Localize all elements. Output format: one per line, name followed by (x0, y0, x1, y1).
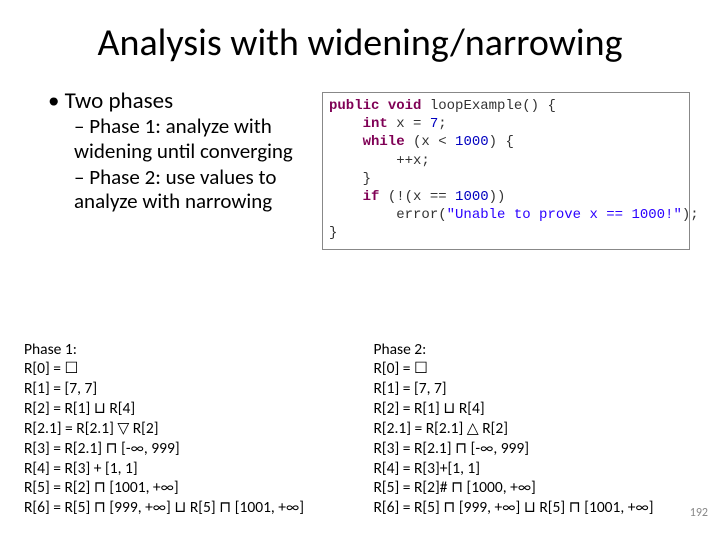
phase2-r2: R[2] = R[1] ⊔ R[4] (373, 399, 696, 419)
phase2-r5: R[5] = R[2]# ⊓ [1000, +∞] (373, 478, 696, 498)
phase2-r6: R[6] = R[5] ⊓ [999, +∞] ⊔ R[5] ⊓ [1001, … (373, 498, 696, 518)
kw-if: if (329, 189, 379, 205)
phase2-r0: R[0] = ☐ (373, 359, 696, 379)
phase2-r21: R[2.1] = R[2.1] △ R[2] (373, 419, 696, 439)
kw-void: void (379, 98, 421, 114)
code-text: ) { (489, 134, 514, 150)
page-number: 192 (690, 506, 708, 520)
phase2-column: Phase 2: R[0] = ☐ R[1] = [7, 7] R[2] = R… (373, 340, 696, 518)
code-text: (!(x == (379, 189, 455, 205)
code-snippet: public void loopExample() { int x = 7; w… (322, 92, 690, 250)
bullet-lvl1: Two phases Phase 1: analyze with widenin… (48, 88, 328, 213)
phase2-r1: R[1] = [7, 7] (373, 379, 696, 399)
code-text: ; (438, 116, 446, 132)
bullet-lvl1-text: Two phases (65, 87, 173, 115)
phase1-r1: R[1] = [7, 7] (24, 379, 347, 399)
num-1000: 1000 (455, 134, 489, 150)
code-text: ++x; (329, 153, 430, 169)
num-1000b: 1000 (455, 189, 489, 205)
phases-area: Phase 1: R[0] = ☐ R[1] = [7, 7] R[2] = R… (24, 340, 696, 518)
phase1-r6: R[6] = R[5] ⊓ [999, +∞] ⊔ R[5] ⊓ [1001, … (24, 498, 347, 518)
phase2-r4: R[4] = R[3]+[1, 1] (373, 459, 696, 479)
code-text: } (329, 171, 371, 187)
phase2-title: Phase 2: (373, 340, 696, 360)
kw-int: int (329, 116, 388, 132)
kw-while: while (329, 134, 405, 150)
bullet-phase2: Phase 2: use values to analyze with narr… (74, 165, 328, 213)
string-literal: "Unable to prove x == 1000!" (447, 207, 682, 223)
slide: Analysis with widening/narrowing Two pha… (0, 0, 720, 540)
phase1-column: Phase 1: R[0] = ☐ R[1] = [7, 7] R[2] = R… (24, 340, 347, 518)
bullet-area: Two phases Phase 1: analyze with widenin… (48, 88, 328, 217)
code-text: loopExample() { (421, 98, 555, 114)
slide-title: Analysis with widening/narrowing (0, 20, 720, 66)
phase1-r0: R[0] = ☐ (24, 359, 347, 379)
code-text: error( (329, 207, 447, 223)
code-text: } (329, 225, 337, 241)
num-7: 7 (430, 116, 438, 132)
phase2-r3: R[3] = R[2.1] ⊓ [-∞, 999] (373, 439, 696, 459)
phase1-r2: R[2] = R[1] ⊔ R[4] (24, 399, 347, 419)
code-text: )) (489, 189, 506, 205)
phase1-r4: R[4] = R[3] + [1, 1] (24, 459, 347, 479)
phase1-title: Phase 1: (24, 340, 347, 360)
code-text: ); (682, 207, 699, 223)
bullet-phase1: Phase 1: analyze with widening until con… (74, 114, 328, 162)
code-text: (x < (405, 134, 455, 150)
phase1-r21: R[2.1] = R[2.1] ▽ R[2] (24, 419, 347, 439)
phase1-r5: R[5] = R[2] ⊓ [1001, +∞] (24, 478, 347, 498)
phase1-r3: R[3] = R[2.1] ⊓ [-∞, 999] (24, 439, 347, 459)
kw-public: public (329, 98, 379, 114)
code-text: x = (388, 116, 430, 132)
